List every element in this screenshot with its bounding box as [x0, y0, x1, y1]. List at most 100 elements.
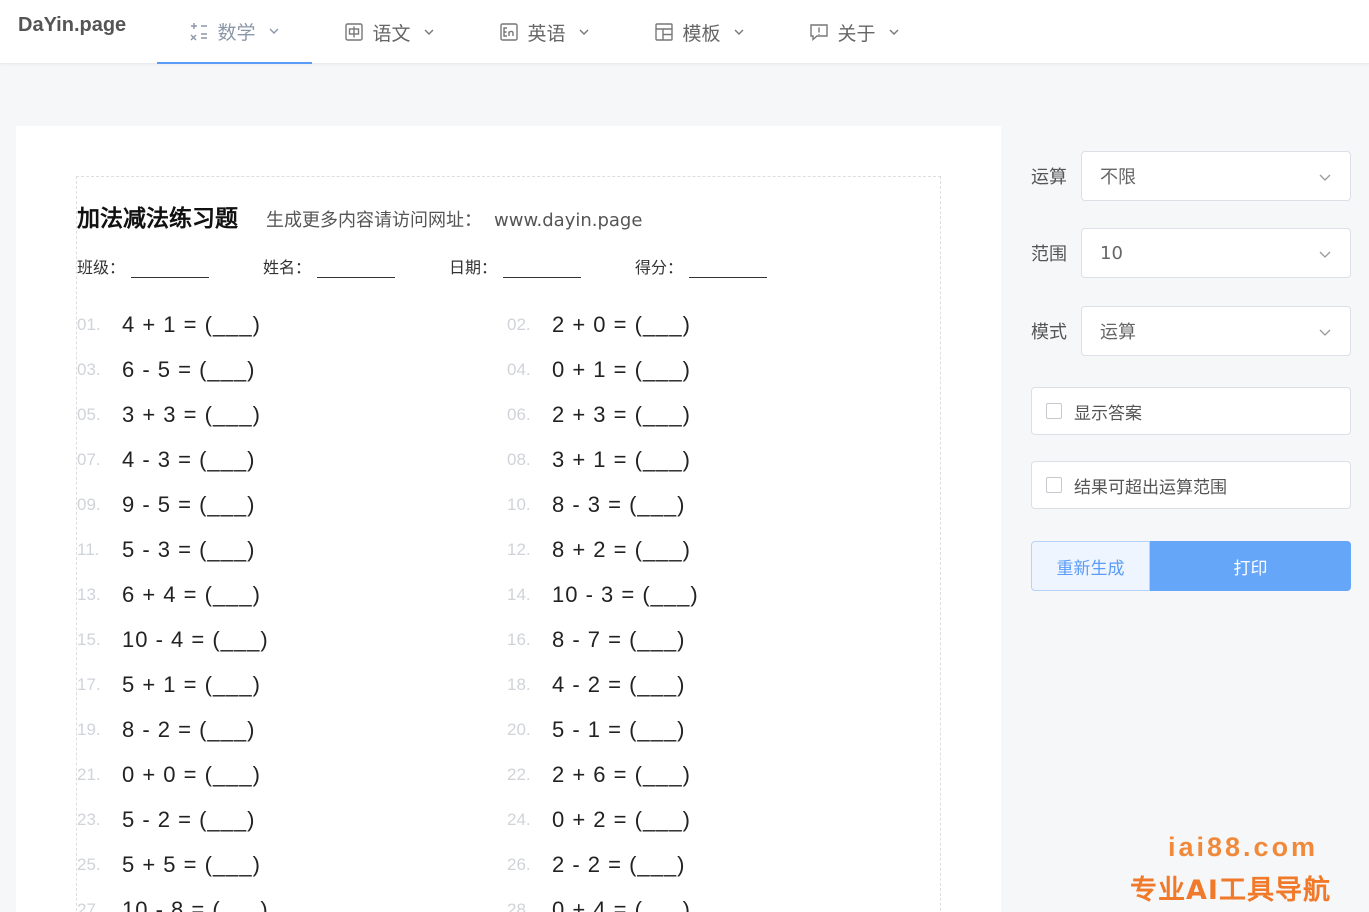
- chevron-down-icon: [579, 29, 588, 35]
- regenerate-button[interactable]: 重新生成: [1031, 541, 1150, 591]
- range-select[interactable]: 10: [1081, 228, 1351, 278]
- worksheet-title: 加法减法练习题: [77, 206, 238, 232]
- problem-expression: 4 + 1 = (___): [122, 311, 261, 337]
- nav-chinese-label: 语文: [372, 22, 411, 45]
- problem-number: 06.: [507, 404, 531, 424]
- problem-row: 25. 5 + 5 = (___) 26. 2 - 2 = (___): [77, 842, 937, 887]
- nav-template[interactable]: 模板: [622, 0, 777, 64]
- problem-expression: 2 + 6 = (___): [552, 761, 691, 787]
- problem-item: 07. 4 - 3 = (___): [77, 447, 507, 473]
- nav-chinese[interactable]: 语文: [312, 0, 467, 64]
- problem-expression: 8 - 3 = (___): [552, 491, 686, 517]
- chevron-down-icon: [269, 28, 278, 34]
- template-icon: [655, 23, 674, 41]
- meta-score-label: 得分：: [635, 258, 684, 277]
- problem-item: 22. 2 + 6 = (___): [507, 762, 937, 788]
- problem-number: 25.: [77, 854, 101, 874]
- problem-item: 21. 0 + 0 = (___): [77, 762, 507, 788]
- problem-item: 05. 3 + 3 = (___): [77, 402, 507, 428]
- problem-expression: 6 + 4 = (___): [122, 581, 261, 607]
- nav-template-label: 模板: [682, 22, 721, 45]
- problem-row: 19. 8 - 2 = (___) 20. 5 - 1 = (___): [77, 707, 937, 752]
- allow-overflow-checkbox[interactable]: 结果可超出运算范围: [1031, 461, 1351, 509]
- mode-value: 运算: [1100, 322, 1136, 343]
- problem-expression: 2 - 2 = (___): [552, 851, 686, 877]
- chevron-down-icon: [424, 29, 433, 35]
- meta-blank: [689, 264, 768, 278]
- problem-number: 13.: [77, 584, 101, 604]
- problem-number: 10.: [507, 494, 531, 514]
- meta-blank: [503, 264, 582, 278]
- worksheet-paper: 加法减法练习题 生成更多内容请访问网址： www.dayin.page 班级： …: [76, 176, 941, 912]
- brand-logo[interactable]: DaYin.page: [18, 14, 126, 37]
- problem-item: 09. 9 - 5 = (___): [77, 492, 507, 518]
- nav-english-label: 英语: [527, 22, 566, 45]
- problem-number: 18.: [507, 674, 531, 694]
- problem-row: 07. 4 - 3 = (___) 08. 3 + 1 = (___): [77, 437, 937, 482]
- operation-value: 不限: [1100, 167, 1136, 188]
- operation-label: 运算: [1031, 167, 1067, 188]
- problem-row: 03. 6 - 5 = (___) 04. 0 + 1 = (___): [77, 347, 937, 392]
- nav-math[interactable]: 数学: [157, 0, 312, 64]
- problem-expression: 5 - 1 = (___): [552, 716, 686, 742]
- show-answer-label: 显示答案: [1074, 403, 1142, 424]
- problem-expression: 4 - 3 = (___): [122, 446, 256, 472]
- problem-expression: 10 - 4 = (___): [122, 626, 269, 652]
- nav-math-label: 数学: [217, 21, 256, 44]
- worksheet-subtitle: 生成更多内容请访问网址：: [266, 210, 482, 231]
- problem-number: 26.: [507, 854, 531, 874]
- meta-blank: [317, 264, 396, 278]
- nav-about[interactable]: 关于: [777, 0, 932, 64]
- checkbox-box[interactable]: [1046, 477, 1062, 493]
- problem-list: 01. 4 + 1 = (___) 02. 2 + 0 = (___) 03. 6 - 5…: [77, 302, 937, 912]
- mode-field: 模式 运算: [1031, 306, 1351, 356]
- nav-about-label: 关于: [837, 22, 876, 45]
- watermark-domain: iai88.com: [1168, 832, 1319, 862]
- problem-item: 17. 5 + 1 = (___): [77, 672, 507, 698]
- show-answer-checkbox[interactable]: 显示答案: [1031, 387, 1351, 435]
- mode-label: 模式: [1031, 322, 1067, 343]
- problem-row: 11. 5 - 3 = (___) 12. 8 + 2 = (___): [77, 527, 937, 572]
- worksheet-container: 加法减法练习题 生成更多内容请访问网址： www.dayin.page 班级： …: [16, 126, 1001, 912]
- meta-date-label: 日期：: [449, 258, 498, 277]
- checkbox-box[interactable]: [1046, 403, 1062, 419]
- action-buttons: 重新生成 打印: [1031, 541, 1351, 591]
- problem-number: 07.: [77, 449, 101, 469]
- problem-number: 12.: [507, 539, 531, 559]
- problem-number: 16.: [507, 629, 531, 649]
- allow-overflow-label: 结果可超出运算范围: [1074, 477, 1227, 498]
- problem-expression: 6 - 5 = (___): [122, 356, 256, 382]
- problem-expression: 0 + 0 = (___): [122, 761, 261, 787]
- top-navbar: DaYin.page 数学 语文 英语 模板 关于: [0, 0, 1369, 64]
- nav-english[interactable]: 英语: [467, 0, 622, 64]
- chevron-down-icon: [1319, 251, 1331, 258]
- problem-row: 23. 5 - 2 = (___) 24. 0 + 2 = (___): [77, 797, 937, 842]
- problem-item: 13. 6 + 4 = (___): [77, 582, 507, 608]
- problem-expression: 8 + 2 = (___): [552, 536, 691, 562]
- range-value: 10: [1100, 242, 1123, 264]
- meta-class-label: 班级：: [77, 258, 126, 277]
- problem-number: 04.: [507, 359, 531, 379]
- problem-number: 15.: [77, 629, 101, 649]
- problem-item: 18. 4 - 2 = (___): [507, 672, 937, 698]
- print-button[interactable]: 打印: [1150, 541, 1351, 591]
- calculator-icon: [190, 23, 208, 41]
- problem-number: 19.: [77, 719, 101, 739]
- problem-number: 17.: [77, 674, 101, 694]
- problem-expression: 4 - 2 = (___): [552, 671, 686, 697]
- worksheet-header: 加法减法练习题 生成更多内容请访问网址： www.dayin.page: [77, 199, 642, 233]
- problem-item: 23. 5 - 2 = (___): [77, 807, 507, 833]
- mode-select[interactable]: 运算: [1081, 306, 1351, 356]
- operation-select[interactable]: 不限: [1081, 151, 1351, 201]
- problem-item: 06. 2 + 3 = (___): [507, 402, 937, 428]
- problem-number: 23.: [77, 809, 101, 829]
- problem-item: 27. 10 - 8 = (___): [77, 897, 507, 912]
- en-icon: [500, 23, 519, 41]
- problem-number: 21.: [77, 764, 101, 784]
- problem-item: 03. 6 - 5 = (___): [77, 357, 507, 383]
- problem-expression: 0 + 2 = (___): [552, 806, 691, 832]
- main-nav: 数学 语文 英语 模板 关于: [157, 0, 932, 64]
- problem-item: 08. 3 + 1 = (___): [507, 447, 937, 473]
- problem-expression: 8 - 2 = (___): [122, 716, 256, 742]
- problem-expression: 3 + 3 = (___): [122, 401, 261, 427]
